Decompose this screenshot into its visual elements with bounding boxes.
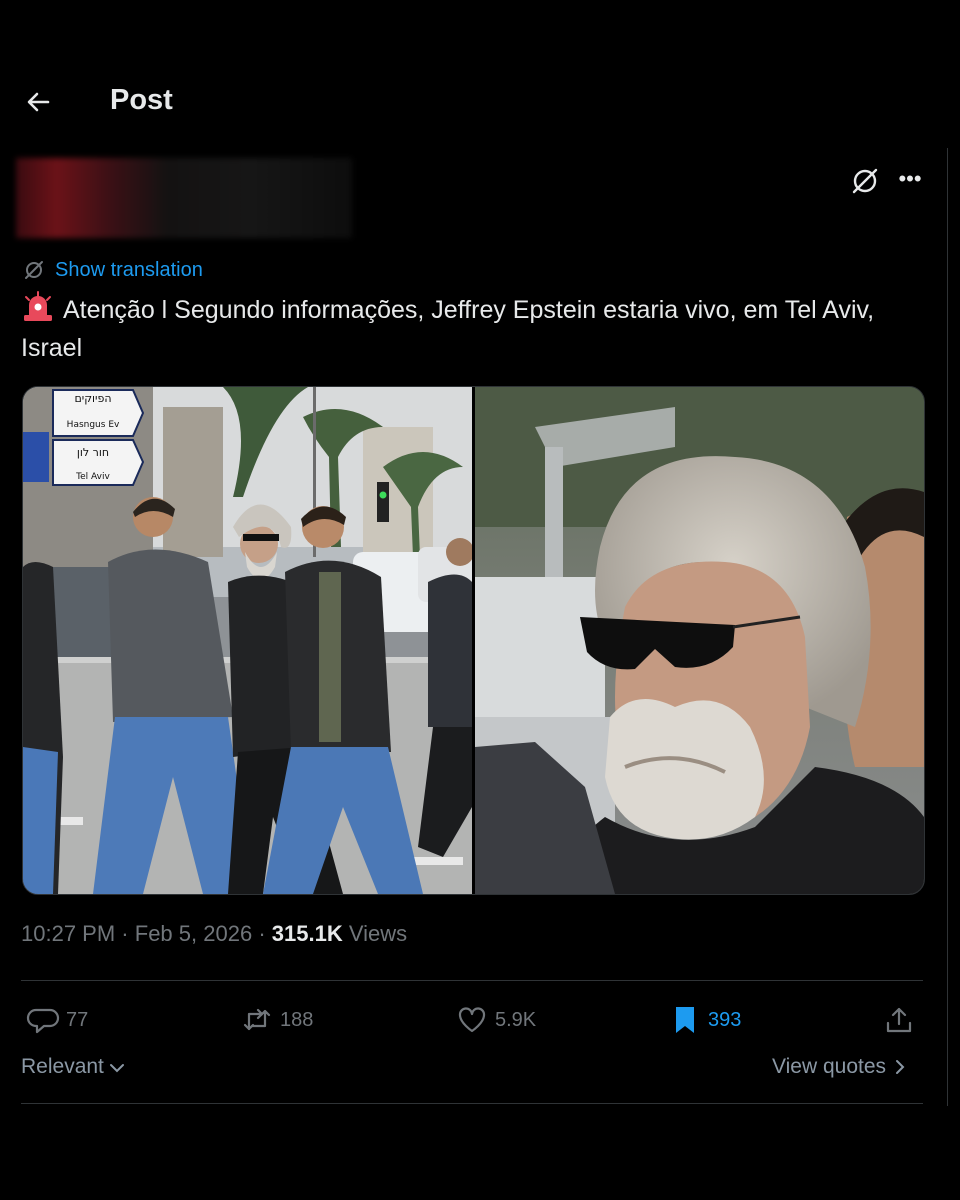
post-text-body: Atenção l Segundo informações, Jeffrey E…: [21, 296, 875, 362]
post-time[interactable]: 10:27 PM: [21, 921, 115, 946]
show-translation-label: Show translation: [55, 258, 203, 281]
top-bar: Post: [0, 70, 948, 134]
footer-divider: [21, 1103, 923, 1104]
blurred-author-info: [16, 158, 352, 238]
siren-emoji-icon: [24, 291, 52, 321]
heart-icon: [458, 1007, 486, 1033]
more-options-icon[interactable]: •••: [893, 164, 927, 198]
sign-line-3: חור לון: [77, 446, 109, 459]
sign-line-4: Tel Aviv: [75, 472, 110, 482]
repost-icon: [243, 1008, 271, 1031]
bookmark-filled-icon: [676, 1007, 694, 1033]
reply-button[interactable]: 77: [26, 1000, 88, 1040]
back-arrow-icon[interactable]: [22, 86, 54, 118]
sign-line-2: Hasngus Ev: [67, 420, 120, 430]
reply-sort-dropdown[interactable]: Relevant: [21, 1055, 126, 1079]
reply-icon: [26, 1008, 60, 1034]
translate-icon: [25, 261, 43, 279]
column-divider: [947, 148, 948, 1106]
post-timestamp-views: 10:27 PM · Feb 5, 2026 · 315.1K Views: [21, 921, 407, 947]
repost-count: 188: [280, 1008, 314, 1031]
street-photo[interactable]: הפיוקים Hasngus Ev חור לון Tel Aviv: [23, 387, 472, 894]
meta-separator: ·: [121, 921, 135, 946]
page-title: Post: [110, 84, 173, 116]
sign-line-1: הפיוקים: [74, 392, 111, 405]
repost-button[interactable]: 188: [240, 1000, 313, 1040]
view-quotes-link[interactable]: View quotes: [772, 1055, 908, 1079]
views-count: 315.1K: [271, 921, 343, 946]
actions-divider-top: [21, 980, 923, 981]
show-translation-link[interactable]: Show translation: [22, 256, 203, 284]
chevron-right-icon: [896, 1060, 905, 1074]
view-quotes-label: View quotes: [772, 1055, 887, 1078]
meta-separator: ·: [258, 921, 272, 946]
closeup-photo[interactable]: [475, 387, 924, 894]
like-count: 5.9K: [495, 1008, 537, 1031]
views-label: Views: [348, 921, 408, 946]
reply-count: 77: [66, 1008, 89, 1031]
grok-icon[interactable]: [848, 164, 882, 198]
like-button[interactable]: 5.9K: [455, 1000, 536, 1040]
chevron-down-icon: [109, 1064, 124, 1073]
bookmark-button[interactable]: 393: [668, 1000, 741, 1040]
sort-label: Relevant: [21, 1055, 104, 1078]
bookmark-count: 393: [708, 1008, 742, 1031]
share-button[interactable]: [882, 1000, 916, 1040]
post-date[interactable]: Feb 5, 2026: [135, 921, 252, 946]
post-text: Atenção l Segundo informações, Jeffrey E…: [21, 290, 921, 367]
share-icon: [886, 1007, 912, 1033]
media-grid: הפיוקים Hasngus Ev חור לון Tel Aviv: [22, 386, 925, 895]
